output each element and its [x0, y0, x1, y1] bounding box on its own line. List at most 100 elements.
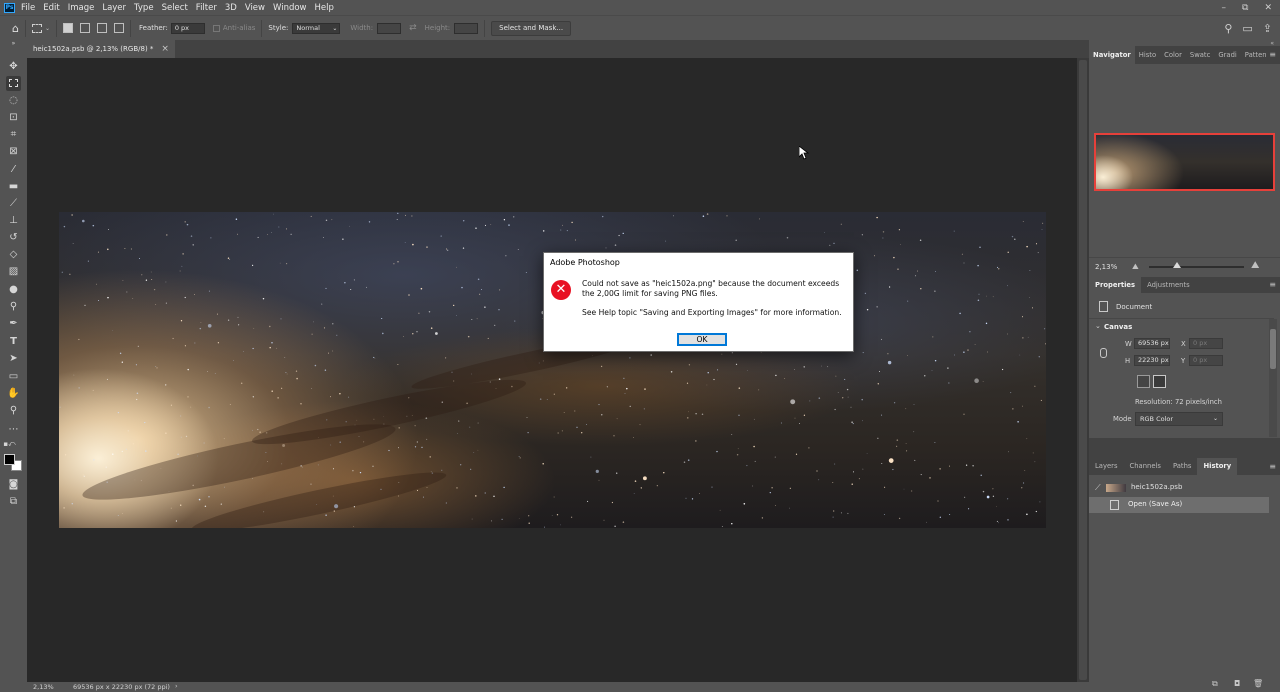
blur-tool-icon[interactable]: ●: [6, 282, 21, 297]
menu-3d[interactable]: 3D: [225, 3, 237, 13]
navigator-zoom-value[interactable]: 2,13%: [1095, 263, 1117, 271]
minimize-icon[interactable]: –: [1222, 3, 1227, 13]
marquee-preset-icon[interactable]: [31, 23, 42, 33]
menu-window[interactable]: Window: [273, 3, 307, 13]
portrait-orientation-icon[interactable]: [1137, 375, 1150, 388]
collapse-toolbar-icon[interactable]: »: [6, 40, 21, 48]
tab-swatches[interactable]: Swatc: [1186, 46, 1214, 64]
zoom-in-icon[interactable]: ⛰: [1251, 260, 1259, 271]
ok-button[interactable]: OK: [677, 333, 727, 346]
tab-color[interactable]: Color: [1160, 46, 1186, 64]
tab-channels[interactable]: Channels: [1124, 458, 1167, 475]
restore-icon[interactable]: ⧉: [1242, 3, 1248, 13]
lasso-tool-icon[interactable]: ◌: [6, 93, 21, 108]
document-tab[interactable]: heic1502a.psb @ 2,13% (RGB/8) * ×: [27, 40, 175, 58]
tab-paths[interactable]: Paths: [1167, 458, 1197, 475]
path-select-tool-icon[interactable]: ➤: [6, 351, 21, 366]
eyedropper-tool-icon[interactable]: ⁄: [6, 162, 21, 177]
tab-patterns[interactable]: Patten: [1241, 46, 1271, 64]
history-brush-tool-icon[interactable]: ↺: [6, 230, 21, 245]
screen-mode-icon[interactable]: ⧉: [6, 494, 21, 509]
share-icon[interactable]: ⇪: [1263, 22, 1272, 35]
tab-adjustments[interactable]: Adjustments: [1141, 277, 1196, 293]
rectangle-tool-icon[interactable]: ▭: [6, 369, 21, 384]
menu-select[interactable]: Select: [162, 3, 188, 13]
add-selection-icon[interactable]: [80, 23, 91, 33]
menu-help[interactable]: Help: [315, 3, 334, 13]
tab-histogram[interactable]: Histo: [1135, 46, 1160, 64]
x-input[interactable]: 0 px: [1189, 338, 1223, 349]
panel-menu-icon[interactable]: ≡: [1269, 458, 1276, 475]
quick-mask-icon[interactable]: ◙: [6, 477, 21, 492]
move-tool-icon[interactable]: ✥: [6, 59, 21, 74]
hand-tool-icon[interactable]: ✋: [6, 386, 21, 401]
mode-select[interactable]: RGB Color ⌄: [1135, 412, 1223, 426]
zoom-slider-knob[interactable]: [1173, 262, 1181, 268]
scrollbar-thumb[interactable]: [1270, 329, 1276, 369]
height-input[interactable]: 22230 px: [1134, 355, 1170, 366]
menu-view[interactable]: View: [245, 3, 265, 13]
antialias-checkbox[interactable]: [212, 24, 220, 32]
workspace-icon[interactable]: ▭: [1242, 22, 1252, 35]
panel-menu-icon[interactable]: ≡: [1269, 46, 1276, 64]
menu-layer[interactable]: Layer: [102, 3, 126, 13]
landscape-orientation-icon[interactable]: [1153, 375, 1166, 388]
tab-properties[interactable]: Properties: [1089, 277, 1142, 293]
height-input[interactable]: [454, 22, 479, 34]
menu-file[interactable]: File: [21, 3, 35, 13]
gradient-tool-icon[interactable]: ▨: [6, 264, 21, 279]
tab-history[interactable]: History: [1197, 458, 1238, 475]
style-select[interactable]: Normal ⌄: [292, 22, 341, 34]
type-tool-icon[interactable]: T: [6, 334, 21, 349]
width-input[interactable]: 69536 px: [1134, 338, 1170, 349]
y-input[interactable]: 0 px: [1189, 355, 1223, 366]
panel-menu-icon[interactable]: ≡: [1269, 277, 1276, 293]
dodge-tool-icon[interactable]: ⚲: [6, 299, 21, 314]
trash-icon[interactable]: 🗑: [1253, 679, 1263, 688]
swap-icon[interactable]: ⇄: [409, 23, 417, 33]
canvas-vertical-scrollbar[interactable]: [1077, 58, 1089, 682]
menu-edit[interactable]: Edit: [43, 3, 59, 13]
history-snapshot[interactable]: ⟋ heic1502a.psb: [1089, 480, 1280, 496]
frame-tool-icon[interactable]: ⊠: [6, 144, 21, 159]
quick-select-tool-icon[interactable]: ⊡: [6, 110, 21, 125]
close-tab-icon[interactable]: ×: [161, 44, 169, 54]
camera-icon[interactable]: ◘: [1234, 679, 1240, 688]
new-selection-icon[interactable]: [63, 23, 74, 33]
intersect-selection-icon[interactable]: [114, 23, 125, 33]
history-state[interactable]: Open (Save As): [1089, 497, 1269, 513]
marquee-tool-icon[interactable]: [6, 76, 21, 91]
chevron-down-icon[interactable]: ⌄: [1095, 322, 1101, 330]
navigator-preview[interactable]: [1094, 133, 1275, 191]
history-brush-source-icon[interactable]: ⟋: [1095, 483, 1101, 493]
link-icon[interactable]: [1100, 348, 1107, 358]
tab-gradients[interactable]: Gradi: [1214, 46, 1240, 64]
tab-navigator[interactable]: Navigator: [1089, 46, 1135, 64]
new-document-from-state-icon[interactable]: ⧉: [1212, 679, 1218, 689]
feather-input[interactable]: 0 px: [170, 22, 205, 34]
subtract-selection-icon[interactable]: [97, 23, 108, 33]
width-input[interactable]: [377, 22, 402, 34]
healing-tool-icon[interactable]: ▬: [6, 179, 21, 194]
tab-layers[interactable]: Layers: [1089, 458, 1124, 475]
close-icon[interactable]: ✕: [1264, 3, 1272, 13]
properties-scrollbar[interactable]: [1269, 319, 1277, 437]
default-colors-icon[interactable]: ▪⤺: [2, 440, 17, 449]
crop-tool-icon[interactable]: ⌗: [6, 127, 21, 142]
more-tools-icon[interactable]: ⋯: [6, 422, 21, 437]
brush-tool-icon[interactable]: ⟋: [6, 196, 21, 211]
menu-image[interactable]: Image: [68, 3, 95, 13]
search-icon[interactable]: ⚲: [1224, 22, 1232, 35]
scrollbar-thumb[interactable]: [1079, 60, 1087, 680]
status-menu-arrow-icon[interactable]: ›: [175, 682, 178, 690]
menu-type[interactable]: Type: [134, 3, 154, 13]
status-zoom[interactable]: 2,13%: [33, 683, 54, 691]
eraser-tool-icon[interactable]: ◇: [6, 247, 21, 262]
home-icon[interactable]: ⌂: [12, 22, 19, 35]
stamp-tool-icon[interactable]: ⊥: [6, 213, 21, 228]
zoom-out-icon[interactable]: ⛰: [1132, 262, 1139, 272]
chevron-down-icon[interactable]: ⌄: [45, 25, 50, 32]
pen-tool-icon[interactable]: ✒: [6, 316, 21, 331]
zoom-tool-icon[interactable]: ⚲: [6, 403, 21, 418]
select-and-mask-button[interactable]: Select and Mask...: [491, 20, 572, 36]
